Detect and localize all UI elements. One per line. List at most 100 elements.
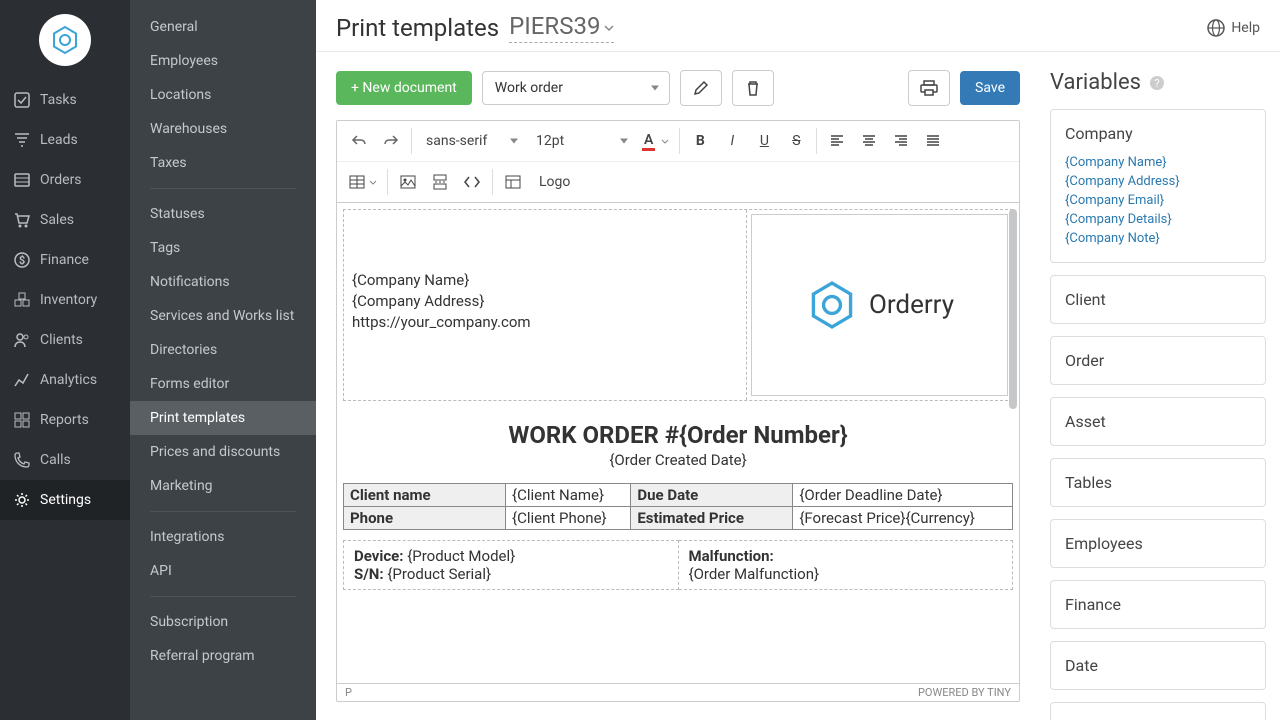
var-group-client[interactable]: Client xyxy=(1050,275,1266,324)
subnav-api[interactable]: API xyxy=(130,554,316,588)
nav-finance[interactable]: $Finance xyxy=(0,240,130,280)
var-group-order[interactable]: Order xyxy=(1050,336,1266,385)
font-size-select[interactable]: 12pt xyxy=(526,127,636,155)
variable-item[interactable]: {Company Details} xyxy=(1065,210,1251,229)
scrollbar[interactable] xyxy=(1009,209,1017,409)
var-group-asset[interactable]: Asset xyxy=(1050,397,1266,446)
subnav-general[interactable]: General xyxy=(130,10,316,44)
subnav-prices-and-discounts[interactable]: Prices and discounts xyxy=(130,435,316,469)
nav-clients[interactable]: Clients xyxy=(0,320,130,360)
undo-icon xyxy=(351,134,367,148)
variable-item[interactable]: {Company Name} xyxy=(1065,153,1251,172)
users-icon xyxy=(14,332,30,348)
undo-button[interactable] xyxy=(343,125,375,157)
doc-company-block[interactable]: {Company Name} {Company Address} https:/… xyxy=(344,210,747,400)
nav-inventory[interactable]: Inventory xyxy=(0,280,130,320)
doc-info-table[interactable]: Client name {Client Name} Due Date {Orde… xyxy=(343,483,1013,530)
subnav-marketing[interactable]: Marketing xyxy=(130,469,316,503)
var-group-tables[interactable]: Tables xyxy=(1050,458,1266,507)
subnav-subscription[interactable]: Subscription xyxy=(130,605,316,639)
table-icon xyxy=(349,175,365,189)
doc-device-table[interactable]: Device: {Product Model} S/N: {Product Se… xyxy=(343,540,1013,590)
subnav-referral-program[interactable]: Referral program xyxy=(130,639,316,673)
print-button[interactable] xyxy=(908,70,950,106)
align-justify-icon xyxy=(926,135,940,147)
subnav-locations[interactable]: Locations xyxy=(130,78,316,112)
redo-button[interactable] xyxy=(375,125,407,157)
align-justify-button[interactable] xyxy=(917,125,949,157)
location-selector[interactable]: PIERS39 xyxy=(509,12,614,43)
app-logo xyxy=(0,0,130,80)
page-break-button[interactable] xyxy=(424,166,456,198)
align-left-icon xyxy=(830,135,844,147)
align-right-button[interactable] xyxy=(885,125,917,157)
editor-canvas[interactable]: {Company Name} {Company Address} https:/… xyxy=(337,203,1019,683)
delete-button[interactable] xyxy=(732,70,774,106)
help-circle-icon[interactable]: ? xyxy=(1149,75,1165,91)
underline-button[interactable]: U xyxy=(748,125,780,157)
filter-icon xyxy=(14,132,30,148)
strikethrough-button[interactable]: S xyxy=(780,125,812,157)
logo-button[interactable]: Logo xyxy=(529,166,580,198)
variable-item[interactable]: {Company Note} xyxy=(1065,229,1251,248)
svg-text:$: $ xyxy=(19,254,25,267)
grid-icon xyxy=(14,412,30,428)
var-group-employees[interactable]: Employees xyxy=(1050,519,1266,568)
bold-button[interactable]: B xyxy=(684,125,716,157)
nav-tasks[interactable]: Tasks xyxy=(0,80,130,120)
nav-settings[interactable]: Settings xyxy=(0,480,130,520)
editor-status-bar: P POWERED BY TINY xyxy=(337,683,1019,701)
pencil-icon xyxy=(693,80,709,96)
var-group-date[interactable]: Date xyxy=(1050,641,1266,690)
help-button[interactable]: Help xyxy=(1207,19,1260,37)
subnav-notifications[interactable]: Notifications xyxy=(130,265,316,299)
italic-button[interactable]: I xyxy=(716,125,748,157)
nav-reports[interactable]: Reports xyxy=(0,400,130,440)
code-button[interactable] xyxy=(456,166,488,198)
image-icon xyxy=(400,175,416,189)
subnav-taxes[interactable]: Taxes xyxy=(130,146,316,180)
edit-button[interactable] xyxy=(680,70,722,106)
subnav-warehouses[interactable]: Warehouses xyxy=(130,112,316,146)
table-button[interactable] xyxy=(343,166,383,198)
redo-icon xyxy=(383,134,399,148)
nav-calls[interactable]: Calls xyxy=(0,440,130,480)
printer-icon xyxy=(920,80,938,96)
text-color-button[interactable]: A xyxy=(636,125,675,157)
subnav-forms-editor[interactable]: Forms editor xyxy=(130,367,316,401)
hexagon-logo-icon xyxy=(805,278,859,332)
layout-button[interactable] xyxy=(497,166,529,198)
variables-title: Variables ? xyxy=(1050,70,1266,95)
editor: sans-serif 12pt A B I U S xyxy=(336,120,1020,702)
subnav-services-and-works-list[interactable]: Services and Works list xyxy=(130,299,316,333)
subnav-print-templates[interactable]: Print templates xyxy=(130,401,316,435)
var-group-other[interactable]: Other xyxy=(1050,702,1266,720)
subnav-employees[interactable]: Employees xyxy=(130,44,316,78)
subnav-statuses[interactable]: Statuses xyxy=(130,197,316,231)
subnav-directories[interactable]: Directories xyxy=(130,333,316,367)
doc-logo[interactable]: Orderry xyxy=(751,214,1008,396)
variable-item[interactable]: {Company Address} xyxy=(1065,172,1251,191)
variable-item[interactable]: {Company Email} xyxy=(1065,191,1251,210)
align-center-button[interactable] xyxy=(853,125,885,157)
save-button[interactable]: Save xyxy=(960,71,1020,105)
doc-title[interactable]: WORK ORDER #{Order Number} xyxy=(343,421,1013,449)
boxes-icon xyxy=(14,292,30,308)
var-group-company[interactable]: Company{Company Name}{Company Address}{C… xyxy=(1050,109,1266,263)
nav-leads[interactable]: Leads xyxy=(0,120,130,160)
nav-orders[interactable]: Orders xyxy=(0,160,130,200)
var-group-finance[interactable]: Finance xyxy=(1050,580,1266,629)
hexagon-logo-icon xyxy=(49,24,81,56)
align-left-button[interactable] xyxy=(821,125,853,157)
align-right-icon xyxy=(894,135,908,147)
subnav-integrations[interactable]: Integrations xyxy=(130,520,316,554)
subnav-tags[interactable]: Tags xyxy=(130,231,316,265)
image-button[interactable] xyxy=(392,166,424,198)
font-family-select[interactable]: sans-serif xyxy=(416,127,526,155)
nav-analytics[interactable]: Analytics xyxy=(0,360,130,400)
template-select[interactable]: Work order xyxy=(482,71,670,105)
doc-subtitle[interactable]: {Order Created Date} xyxy=(343,451,1013,469)
new-document-button[interactable]: + New document xyxy=(336,71,472,105)
phone-icon xyxy=(14,452,30,468)
nav-sales[interactable]: Sales xyxy=(0,200,130,240)
